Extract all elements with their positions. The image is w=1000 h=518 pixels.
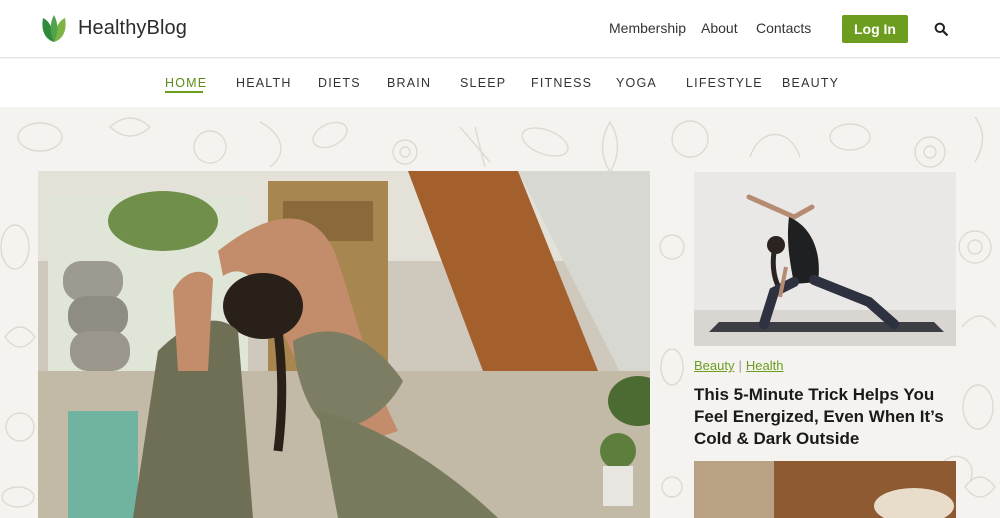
cat-sleep[interactable]: SLEEP	[460, 76, 506, 90]
tag-health[interactable]: Health	[746, 358, 784, 373]
brand-logo[interactable]: HealthyBlog	[40, 13, 187, 43]
leaf-logo-icon	[40, 13, 68, 43]
cat-brain[interactable]: BRAIN	[387, 76, 431, 90]
second-card-image[interactable]	[694, 461, 956, 518]
cat-health[interactable]: HEALTH	[236, 76, 292, 90]
login-button[interactable]: Log In	[842, 15, 908, 43]
cat-home[interactable]: HOME	[165, 76, 207, 90]
featured-card-image[interactable]	[694, 172, 956, 346]
cat-fitness[interactable]: FITNESS	[531, 76, 592, 90]
nav-contacts[interactable]: Contacts	[756, 20, 811, 36]
cat-diets[interactable]: DIETS	[318, 76, 361, 90]
featured-card-title[interactable]: This 5-Minute Trick Helps You Feel Energ…	[694, 384, 956, 450]
search-icon[interactable]	[934, 22, 948, 36]
featured-card-tags: Beauty | Health	[694, 358, 783, 373]
brand-name: HealthyBlog	[78, 16, 187, 39]
tag-separator: |	[738, 358, 742, 373]
nav-about[interactable]: About	[701, 20, 738, 36]
cat-beauty[interactable]: BEAUTY	[782, 76, 839, 90]
top-header: HealthyBlog Membership About Contacts Lo…	[0, 0, 1000, 58]
active-tab-underline	[165, 91, 203, 93]
nav-membership[interactable]: Membership	[609, 20, 686, 36]
hero-image[interactable]	[38, 171, 650, 518]
category-nav: HOME HEALTH DIETS BRAIN SLEEP FITNESS YO…	[0, 59, 1000, 107]
cat-lifestyle[interactable]: LIFESTYLE	[686, 76, 763, 90]
title-line: This 5-Minute Trick Helps You	[694, 385, 935, 404]
cat-yoga[interactable]: YOGA	[616, 76, 657, 90]
title-line: Cold & Dark Outside	[694, 429, 860, 448]
title-line: Feel Energized, Even When It’s	[694, 407, 944, 426]
tag-beauty[interactable]: Beauty	[694, 358, 734, 373]
